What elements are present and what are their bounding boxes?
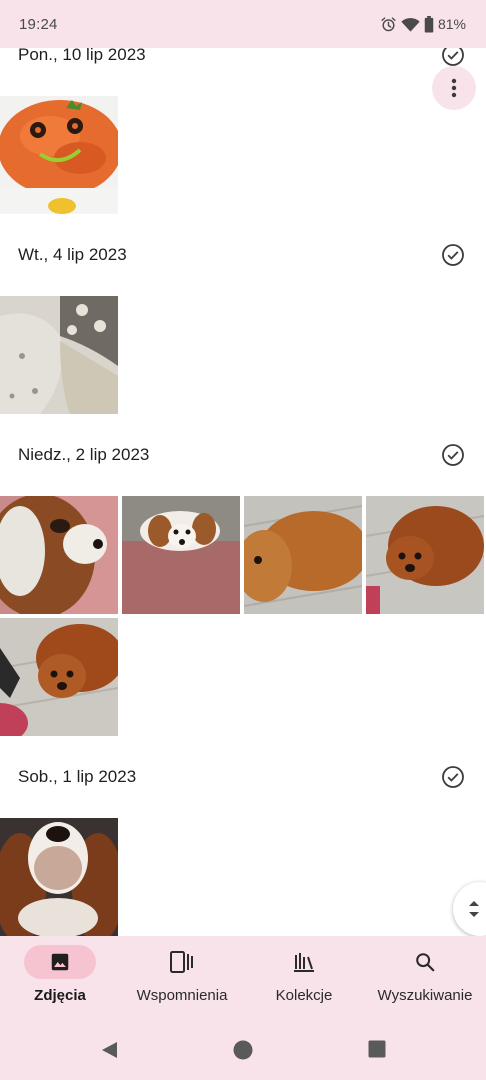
nav-active-indicator bbox=[24, 945, 96, 979]
nav-item-search[interactable]: Wyszukiwanie bbox=[364, 936, 486, 1012]
alarm-icon bbox=[381, 16, 396, 31]
dog-lying-photo[interactable] bbox=[366, 496, 484, 614]
battery-icon bbox=[424, 15, 434, 33]
nav-item-library[interactable]: Kolekcje bbox=[244, 936, 364, 1012]
back-icon[interactable] bbox=[99, 1040, 119, 1060]
status-icons: 81% bbox=[380, 15, 466, 33]
home-icon[interactable] bbox=[233, 1040, 253, 1060]
nav-label: Wyszukiwanie bbox=[377, 987, 473, 1004]
system-navigation-bar bbox=[0, 1012, 486, 1080]
search-icon bbox=[416, 953, 435, 972]
status-time: 19:24 bbox=[19, 15, 58, 33]
photo-icon bbox=[51, 953, 69, 971]
photo-timeline[interactable]: Pon., 10 lip 2023 Wt., 4 lip 2023 Niedz.… bbox=[0, 0, 486, 936]
dog-lying-2-photo[interactable] bbox=[0, 618, 118, 736]
salad-face-photo[interactable] bbox=[0, 96, 118, 214]
date-header: Wt., 4 lip 2023 bbox=[18, 245, 127, 264]
google-photos-screen: 19:24 81% Pon., 10 lip 2023 Wt., 4 lip 2… bbox=[0, 0, 486, 1080]
date-header: Sob., 1 lip 2023 bbox=[18, 767, 137, 786]
recents-icon[interactable] bbox=[368, 1040, 386, 1058]
nav-label: Wspomnienia bbox=[136, 987, 228, 1004]
scroll-arrows-icon bbox=[469, 901, 479, 917]
battery-level: 81% bbox=[437, 16, 466, 32]
library-icon bbox=[294, 953, 314, 972]
nav-item-photos[interactable]: Zdjęcia bbox=[0, 936, 120, 1012]
select-all-check-icon[interactable] bbox=[441, 243, 465, 267]
dog-on-floor-photo[interactable] bbox=[244, 496, 362, 614]
memories-icon bbox=[170, 951, 193, 973]
date-header: Niedz., 2 lip 2023 bbox=[18, 445, 150, 464]
dog-portrait-photo[interactable] bbox=[0, 818, 118, 936]
status-bar: 19:24 81% bbox=[0, 0, 486, 48]
blanket-photo[interactable] bbox=[0, 296, 118, 414]
nav-label: Kolekcje bbox=[275, 987, 333, 1004]
dog-closeup-photo[interactable] bbox=[0, 496, 118, 614]
nav-label: Zdjęcia bbox=[34, 987, 86, 1004]
select-all-check-icon[interactable] bbox=[441, 443, 465, 467]
dog-on-cushion-photo[interactable] bbox=[122, 496, 240, 614]
date-header: Pon., 10 lip 2023 bbox=[18, 45, 146, 64]
more-options-button[interactable] bbox=[432, 66, 476, 110]
nav-item-memories[interactable]: Wspomnienia bbox=[122, 936, 242, 1012]
more-vert-icon bbox=[451, 78, 457, 98]
select-all-check-icon[interactable] bbox=[441, 765, 465, 789]
bottom-navigation: Zdjęcia Wspomnienia Kolekcje Wyszukiwani… bbox=[0, 936, 486, 1012]
wifi-icon bbox=[401, 17, 420, 32]
